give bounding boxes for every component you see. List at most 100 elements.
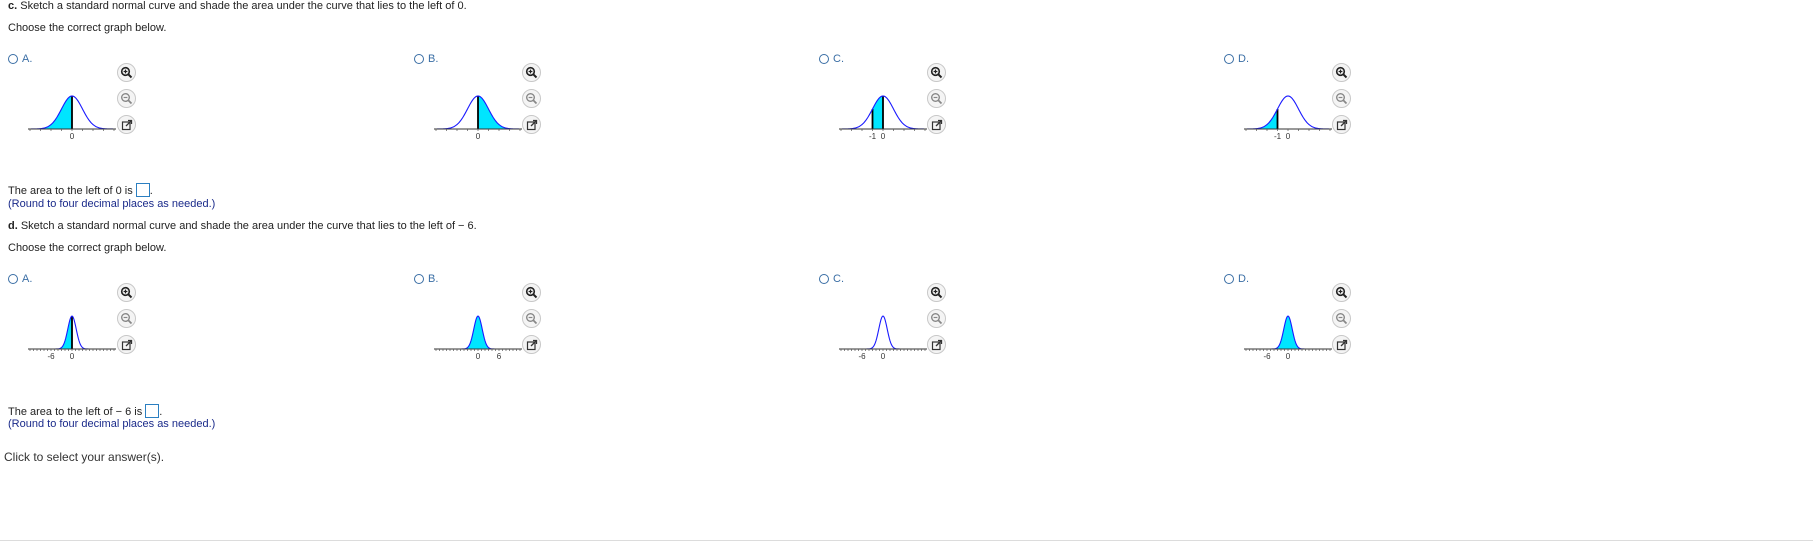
open-new-window-icon [526,119,538,131]
part-d-option-a[interactable]: A. [8,273,32,285]
radio-button[interactable] [8,274,18,284]
zoom-in-icon [930,286,943,299]
part-d-hint: (Round to four decimal places as needed.… [8,418,216,430]
zoom-in-button[interactable] [522,63,541,82]
option-letter: D. [1238,273,1249,285]
normal-curve [1246,95,1330,130]
tick-label: -6 [47,352,55,361]
zoom-in-button[interactable] [1332,63,1351,82]
zoom-out-button[interactable] [522,309,541,328]
zoom-in-button[interactable] [927,283,946,302]
open-new-window-icon [1336,339,1348,351]
footer-status: Click to select your answer(s). [4,450,165,464]
radio-button[interactable] [1224,274,1234,284]
radio-button[interactable] [819,54,829,64]
open-new-window-icon [931,339,943,351]
part-c-option-b[interactable]: B. [414,53,438,65]
open-new-window-button[interactable] [927,115,946,134]
tick-label: -6 [1263,352,1271,361]
part-c-option-c[interactable]: C. [819,53,844,65]
open-new-window-button[interactable] [522,115,541,134]
zoom-in-icon [525,66,538,79]
open-new-window-button[interactable] [927,335,946,354]
part-c-prompt-text: Sketch a standard normal curve and shade… [20,0,467,12]
period: . [149,185,153,197]
open-new-window-icon [121,339,133,351]
zoom-out-button[interactable] [117,89,136,108]
tick-label: 6 [497,352,502,361]
zoom-in-icon [1335,286,1348,299]
part-d-option-c[interactable]: C. [819,273,844,285]
option-letter: A. [22,273,33,285]
shaded-area [436,316,520,349]
zoom-in-icon [120,66,133,79]
radio-button[interactable] [8,54,18,64]
part-c-option-a[interactable]: A. [8,53,32,65]
tick-label: 0 [881,352,886,361]
zoom-out-icon [525,92,538,105]
option-letter: C. [833,53,844,65]
zoom-out-icon [930,312,943,325]
open-new-window-button[interactable] [117,335,136,354]
radio-button[interactable] [414,274,424,284]
tick-label: -1 [1274,132,1282,141]
shaded-area [30,316,72,349]
zoom-out-button[interactable] [1332,89,1351,108]
tick-label: 0 [881,132,886,141]
open-new-window-icon [121,119,133,131]
zoom-out-button[interactable] [1332,309,1351,328]
part-d-option-d[interactable]: D. [1224,273,1249,285]
open-new-window-icon [1336,119,1348,131]
open-new-window-button[interactable] [1332,335,1351,354]
part-d-choose: Choose the correct graph below. [8,242,167,254]
part-c-hint: (Round to four decimal places as needed.… [8,198,216,210]
zoom-in-button[interactable] [117,63,136,82]
shaded-area [872,96,883,129]
part-d-prompt-text: Sketch a standard normal curve and shade… [20,220,477,232]
zoom-out-button[interactable] [927,309,946,328]
part-c-prompt: c. Sketch a standard normal curve and sh… [8,0,467,13]
zoom-out-icon [525,312,538,325]
zoom-out-icon [930,92,943,105]
radio-button[interactable] [414,54,424,64]
tick-label: 0 [476,352,481,361]
period: . [159,406,163,418]
zoom-out-icon [120,312,133,325]
tick-label: 0 [70,352,75,361]
footer-divider [0,540,1813,541]
zoom-out-button[interactable] [522,89,541,108]
part-c-choose: Choose the correct graph below. [8,22,167,34]
open-new-window-icon [526,339,538,351]
zoom-out-icon [1335,92,1348,105]
zoom-in-button[interactable] [117,283,136,302]
zoom-out-button[interactable] [927,89,946,108]
tick-label: 0 [476,132,481,141]
part-d-answer-prefix: The area to the left of − 6 is [8,406,143,418]
option-letter: A. [22,53,33,65]
open-new-window-button[interactable] [522,335,541,354]
part-d-answer-input[interactable] [145,404,160,418]
open-new-window-button[interactable] [1332,115,1351,134]
part-c-answer-line: The area to the left of 0 is. [8,183,153,198]
zoom-in-button[interactable] [522,283,541,302]
part-d-option-b[interactable]: B. [414,273,438,285]
zoom-in-button[interactable] [927,63,946,82]
part-c-option-d[interactable]: D. [1224,53,1249,65]
zoom-in-icon [120,286,133,299]
zoom-out-icon [1335,312,1348,325]
radio-button[interactable] [819,274,829,284]
part-d-prompt: d. Sketch a standard normal curve and sh… [8,220,477,233]
radio-button[interactable] [1224,54,1234,64]
part-d-letter: d. [8,220,18,232]
zoom-in-button[interactable] [1332,283,1351,302]
zoom-out-button[interactable] [117,309,136,328]
open-new-window-button[interactable] [117,115,136,134]
part-c-answer-input[interactable] [135,183,150,197]
tick-label: 0 [1286,352,1291,361]
zoom-out-icon [120,92,133,105]
tick-label: -1 [869,132,877,141]
part-c-answer-prefix: The area to the left of 0 is [8,185,133,197]
zoom-in-icon [525,286,538,299]
zoom-in-icon [1335,66,1348,79]
normal-curve [841,315,925,350]
